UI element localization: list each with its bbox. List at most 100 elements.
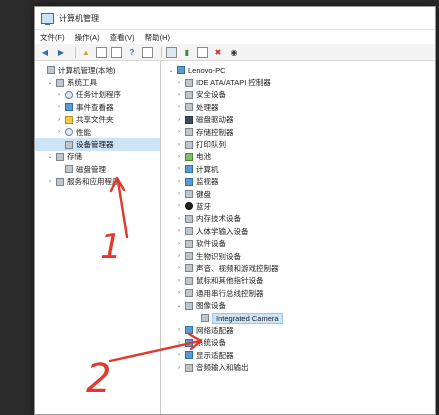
- chevron-down-icon[interactable]: ⌄: [46, 153, 54, 160]
- chevron-right-icon[interactable]: ›: [175, 253, 183, 259]
- device-category-row[interactable]: › IDE ATA/ATAPI 控制器: [161, 76, 435, 88]
- network-adapter-icon: [185, 326, 193, 335]
- device-category-row[interactable]: › 声音、视频和游戏控制器: [161, 262, 435, 274]
- chevron-right-icon[interactable]: ›: [175, 92, 183, 98]
- device-category-row[interactable]: › 鼠标和其他指针设备: [161, 275, 435, 287]
- chevron-right-icon[interactable]: ›: [175, 340, 183, 346]
- shared-folder-icon: [65, 115, 73, 124]
- tools-icon: [56, 78, 64, 87]
- device-category-row[interactable]: › 存储控制器: [161, 126, 435, 138]
- chevron-right-icon[interactable]: ›: [175, 278, 183, 284]
- device-category-row[interactable]: › 音频输入和输出: [161, 361, 435, 373]
- chevron-right-icon[interactable]: ›: [175, 241, 183, 247]
- device-category-row[interactable]: › 计算机: [161, 163, 435, 175]
- device-category-row[interactable]: › 通用串行总线控制器: [161, 287, 435, 299]
- chevron-right-icon[interactable]: ›: [175, 80, 183, 86]
- up-folder-icon[interactable]: ▲: [80, 47, 92, 58]
- chevron-right-icon[interactable]: ›: [175, 228, 183, 234]
- chevron-right-icon[interactable]: ›: [175, 142, 183, 148]
- console-tree-item[interactable]: 计算机管理(本地): [35, 64, 160, 76]
- device-category-label: 图像设备: [196, 301, 226, 311]
- console-tree-item[interactable]: ⌄ 系统工具: [35, 76, 160, 88]
- chevron-right-icon[interactable]: ›: [175, 166, 183, 172]
- console-tree-item[interactable]: › 事件查看器: [35, 101, 160, 113]
- update-driver-icon[interactable]: ▮: [181, 47, 193, 58]
- integrated-camera-row[interactable]: Integrated Camera: [161, 312, 435, 324]
- device-category-row[interactable]: › 监视器: [161, 176, 435, 188]
- device-category-row[interactable]: › 软件设备: [161, 237, 435, 249]
- back-arrow-icon[interactable]: ◀: [39, 47, 51, 58]
- services-icon: [56, 177, 64, 186]
- sound-icon: [185, 264, 193, 273]
- uninstall-x-icon[interactable]: ✖: [212, 47, 224, 58]
- chevron-right-icon[interactable]: ›: [55, 117, 63, 123]
- scan-hardware-icon[interactable]: [197, 46, 208, 58]
- monitor-icon: [185, 177, 193, 186]
- menu-view[interactable]: 查看(V): [110, 32, 135, 43]
- console-tree-label: 存储: [67, 152, 82, 162]
- console-tree: 计算机管理(本地) ⌄ 系统工具 › 任务计划程序 › 事件查看器 › 共享文件夹 › 性能 设备管理…: [35, 61, 161, 414]
- device-category-row[interactable]: › 系统设备: [161, 337, 435, 349]
- device-category-label: 声音、视频和游戏控制器: [196, 263, 279, 273]
- device-category-label: 音频输入和输出: [196, 363, 249, 373]
- forward-arrow-icon[interactable]: ▶: [55, 47, 67, 58]
- chevron-right-icon[interactable]: ›: [175, 117, 183, 123]
- menu-action[interactable]: 操作(A): [75, 32, 100, 43]
- device-category-label: 存储控制器: [196, 127, 234, 137]
- chevron-right-icon[interactable]: ›: [175, 154, 183, 160]
- chevron-right-icon[interactable]: ›: [55, 129, 63, 135]
- chevron-right-icon[interactable]: ›: [55, 92, 63, 98]
- console-tree-item[interactable]: › 任务计划程序: [35, 89, 160, 101]
- chevron-right-icon[interactable]: ›: [175, 265, 183, 271]
- chevron-right-icon[interactable]: ›: [175, 216, 183, 222]
- device-category-row[interactable]: › 磁盘驱动器: [161, 114, 435, 126]
- help-icon[interactable]: ?: [126, 47, 138, 58]
- console-tree-item[interactable]: 设备管理器: [35, 138, 160, 151]
- device-category-row[interactable]: › 显示适配器: [161, 349, 435, 361]
- chevron-down-icon[interactable]: ⌄: [46, 79, 54, 86]
- chevron-right-icon[interactable]: ›: [46, 179, 54, 185]
- chevron-down-icon[interactable]: ⌄: [167, 67, 175, 74]
- download-circle-icon[interactable]: ◉: [228, 47, 240, 58]
- chevron-right-icon[interactable]: ›: [175, 203, 183, 209]
- printer-icon: [185, 140, 193, 149]
- chevron-right-icon[interactable]: ›: [175, 327, 183, 333]
- chevron-right-icon[interactable]: ›: [175, 191, 183, 197]
- device-category-row[interactable]: › 人体学输入设备: [161, 225, 435, 237]
- device-category-row[interactable]: › 处理器: [161, 101, 435, 113]
- bluetooth-icon: [185, 202, 193, 211]
- console-tree-item[interactable]: ⌄ 存储: [35, 151, 160, 163]
- device-category-row[interactable]: › 内存技术设备: [161, 213, 435, 225]
- device-category-row[interactable]: ⌄ 图像设备: [161, 299, 435, 311]
- chevron-right-icon[interactable]: ›: [175, 104, 183, 110]
- device-category-row[interactable]: › 生物识别设备: [161, 250, 435, 262]
- console-tree-item[interactable]: 磁盘管理: [35, 163, 160, 175]
- device-category-label: 电池: [196, 152, 211, 162]
- device-category-row[interactable]: › 电池: [161, 151, 435, 163]
- menu-file[interactable]: 文件(F): [40, 32, 65, 43]
- console-tree-item[interactable]: › 服务和应用程序: [35, 176, 160, 188]
- menu-help[interactable]: 帮助(H): [145, 32, 170, 43]
- show-tree-icon[interactable]: [96, 46, 107, 58]
- device-category-label: 打印队列: [196, 140, 226, 150]
- console-tree-item[interactable]: › 性能: [35, 126, 160, 138]
- console-tree-item[interactable]: › 共享文件夹: [35, 114, 160, 126]
- chevron-right-icon[interactable]: ›: [175, 179, 183, 185]
- chevron-down-icon[interactable]: ⌄: [175, 302, 183, 309]
- device-category-row[interactable]: › 键盘: [161, 188, 435, 200]
- properties-icon[interactable]: [111, 46, 122, 58]
- chevron-right-icon[interactable]: ›: [175, 365, 183, 371]
- device-category-row[interactable]: › 打印队列: [161, 138, 435, 150]
- device-category-label: 计算机: [196, 164, 219, 174]
- chevron-right-icon[interactable]: ›: [175, 290, 183, 296]
- refresh-view-icon[interactable]: [142, 46, 153, 58]
- device-category-row[interactable]: › 蓝牙: [161, 200, 435, 212]
- monitor-icon[interactable]: [166, 46, 177, 58]
- device-category-row[interactable]: › 网络适配器: [161, 324, 435, 336]
- chevron-right-icon[interactable]: ›: [55, 104, 63, 110]
- device-category-label: 磁盘驱动器: [196, 115, 234, 125]
- chevron-right-icon[interactable]: ›: [175, 129, 183, 135]
- device-root-row[interactable]: ⌄ Lenovo-PC: [161, 64, 435, 76]
- device-category-row[interactable]: › 安全设备: [161, 89, 435, 101]
- chevron-right-icon[interactable]: ›: [175, 352, 183, 358]
